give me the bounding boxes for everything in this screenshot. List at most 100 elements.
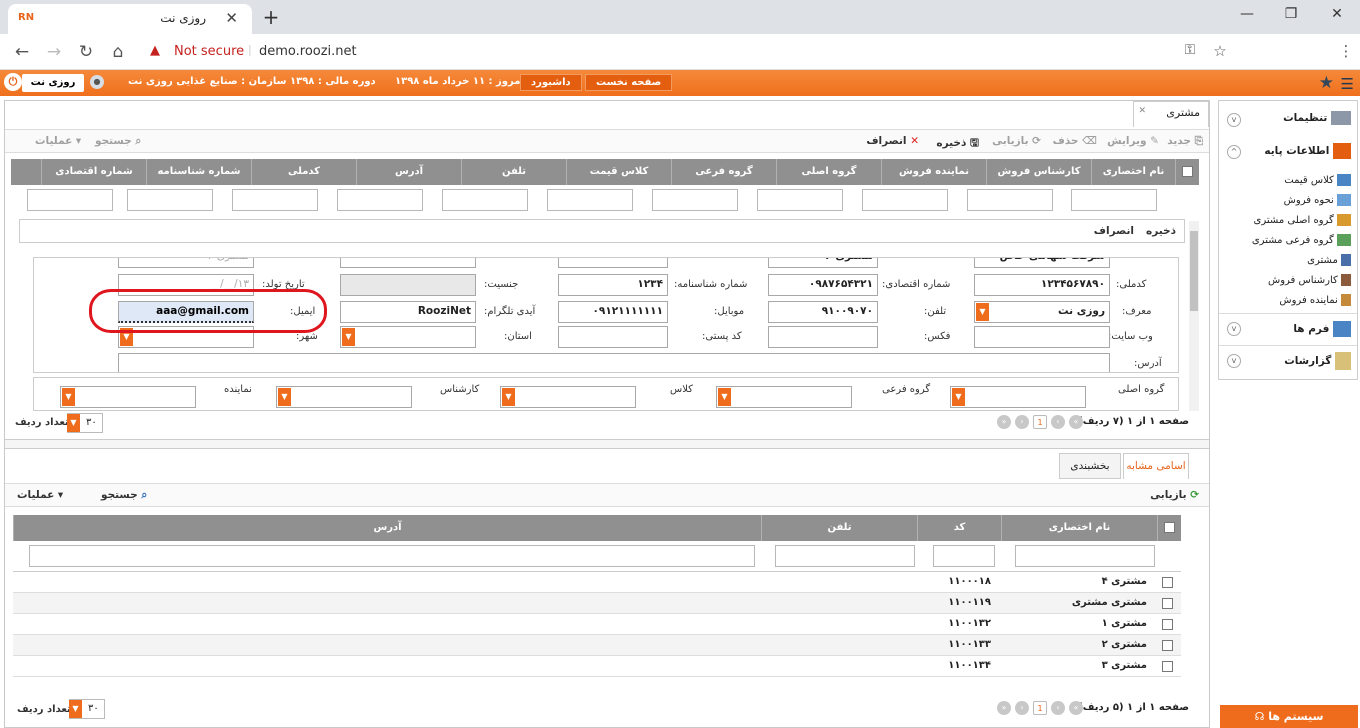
filter-input[interactable] bbox=[862, 189, 948, 211]
phone-input[interactable]: ۹۱۰۰۹۰۷۰ bbox=[768, 301, 878, 323]
sidebar-item-customer[interactable]: مشتری bbox=[1307, 254, 1351, 266]
sidebar-item-sales-expert[interactable]: کارشناس فروش bbox=[1268, 274, 1351, 286]
nid-input[interactable]: ۱۲۳۴۵۶۷۸۹۰ bbox=[974, 274, 1110, 296]
filter-input[interactable] bbox=[1015, 545, 1155, 567]
col-short-name[interactable]: نام اختصاری bbox=[1091, 159, 1175, 185]
minimize-button[interactable]: — bbox=[1232, 6, 1262, 22]
econ-input[interactable]: ۰۹۸۷۶۵۴۳۲۱ bbox=[768, 274, 878, 296]
sidebar-item-price-class[interactable]: کلاس قیمت bbox=[1284, 174, 1351, 186]
table-row[interactable]: مشتری مشتری ۱۱۰۰۱۱۹ bbox=[13, 593, 1181, 614]
state-select[interactable] bbox=[340, 326, 476, 348]
prev-page-icon[interactable]: ‹ bbox=[1051, 701, 1065, 715]
dropdown-icon[interactable]: ▼ bbox=[278, 388, 291, 406]
col-phone[interactable]: تلفن bbox=[761, 515, 917, 541]
sidebar-forms[interactable]: فرم ها bbox=[1293, 321, 1351, 337]
back-icon[interactable]: ← bbox=[10, 42, 34, 62]
col-address[interactable]: آدرس bbox=[13, 515, 761, 541]
next-page-icon[interactable]: › bbox=[1015, 415, 1029, 429]
delete-button[interactable]: ⌫ حذف bbox=[1053, 135, 1097, 147]
scroll-thumb[interactable] bbox=[1190, 231, 1198, 311]
col-main-group[interactable]: گروه اصلی bbox=[776, 159, 881, 185]
form-cancel-button[interactable]: انصراف bbox=[1094, 225, 1134, 237]
sidebar-reports[interactable]: گزارشات bbox=[1284, 352, 1351, 370]
prev-input[interactable]: مشتری ۶ bbox=[118, 258, 254, 268]
form-input[interactable] bbox=[340, 258, 476, 268]
form-input[interactable] bbox=[558, 258, 668, 268]
restore-button[interactable]: ❐ bbox=[1276, 6, 1306, 22]
select-all-cell[interactable] bbox=[1175, 159, 1199, 185]
key-icon[interactable]: ⚿ bbox=[1178, 42, 1202, 58]
first-page-icon[interactable]: « bbox=[1069, 701, 1083, 715]
filter-input[interactable] bbox=[547, 189, 633, 211]
address-input[interactable] bbox=[118, 353, 1110, 372]
bookmark-star-icon[interactable]: ☆ bbox=[1208, 42, 1232, 60]
cancel-button[interactable]: ✕ انصراف bbox=[866, 135, 919, 147]
home-icon[interactable]: ⌂ bbox=[106, 42, 130, 62]
select-all-checkbox[interactable] bbox=[1182, 166, 1193, 177]
browser-tab[interactable]: RN روزی نت ✕ bbox=[8, 4, 252, 34]
row-checkbox[interactable] bbox=[1162, 598, 1173, 609]
col-national-id[interactable]: کدملی bbox=[251, 159, 356, 185]
table-row[interactable]: مشتری ۲ ۱۱۰۰۱۳۳ bbox=[13, 635, 1181, 656]
lower-refresh-button[interactable]: ⟳ بازیابی bbox=[1150, 489, 1199, 501]
sidebar-item-sub-group[interactable]: گروه فرعی مشتری bbox=[1252, 234, 1351, 246]
col-sales-expert[interactable]: کارشناس فروش bbox=[986, 159, 1091, 185]
telegram-input[interactable]: RooziNet bbox=[340, 301, 476, 323]
splitter[interactable] bbox=[5, 439, 1209, 449]
col-id-number[interactable]: شماره شناسنامه bbox=[146, 159, 251, 185]
filter-input[interactable] bbox=[337, 189, 423, 211]
filter-input[interactable] bbox=[442, 189, 528, 211]
user-name[interactable]: روزی نت bbox=[22, 74, 84, 92]
rows-select[interactable]: ▼ ۳۰ bbox=[67, 413, 103, 433]
filter-input[interactable] bbox=[757, 189, 843, 211]
lower-ops-button[interactable]: ▾ عملیات bbox=[17, 489, 63, 501]
reload-icon[interactable]: ↻ bbox=[74, 42, 98, 62]
chevron-down-icon[interactable]: v bbox=[1227, 322, 1241, 336]
window-close-button[interactable]: ✕ bbox=[1322, 6, 1352, 22]
chevron-down-icon[interactable]: v bbox=[1227, 113, 1241, 127]
sub-group-select[interactable] bbox=[716, 386, 852, 408]
filter-input[interactable] bbox=[652, 189, 738, 211]
dropdown-icon[interactable]: ▼ bbox=[502, 388, 515, 406]
new-tab-button[interactable]: + bbox=[258, 6, 284, 30]
col-price-class[interactable]: کلاس قیمت bbox=[566, 159, 671, 185]
dropdown-icon[interactable]: ▼ bbox=[342, 328, 355, 346]
page-number[interactable]: 1 bbox=[1033, 701, 1047, 715]
hamburger-icon[interactable]: ☰ bbox=[1341, 75, 1354, 93]
rep-select[interactable] bbox=[60, 386, 196, 408]
sidebar-item-sales-rep[interactable]: نماینده فروش bbox=[1279, 294, 1351, 306]
filter-input[interactable] bbox=[1071, 189, 1157, 211]
filter-input[interactable] bbox=[127, 189, 213, 211]
next-page-icon[interactable]: › bbox=[1015, 701, 1029, 715]
idno-input[interactable]: ۱۲۳۴ bbox=[558, 274, 668, 296]
table-row[interactable]: مشتری ۴ ۱۱۰۰۰۱۸ bbox=[13, 572, 1181, 593]
fax-input[interactable] bbox=[768, 326, 878, 348]
last-page-icon[interactable]: » bbox=[997, 415, 1011, 429]
dashboard-button[interactable]: داشبورد bbox=[520, 74, 582, 91]
company-type-input[interactable]: شرکت سهامی خاص bbox=[974, 258, 1110, 268]
col-economic-no[interactable]: شماره اقتصادی bbox=[41, 159, 146, 185]
row-checkbox[interactable] bbox=[1162, 640, 1173, 651]
power-icon[interactable]: ⏻ bbox=[4, 73, 22, 91]
dropdown-icon[interactable]: ▼ bbox=[69, 700, 82, 718]
tab-close-icon[interactable]: ✕ bbox=[1138, 106, 1146, 116]
dropdown-icon[interactable]: ▼ bbox=[62, 388, 75, 406]
filter-input[interactable] bbox=[29, 545, 755, 567]
zip-input[interactable] bbox=[558, 326, 668, 348]
mobile-input[interactable]: ۰۹۱۲۱۱۱۱۱۱۱ bbox=[558, 301, 668, 323]
col-address[interactable]: آدرس bbox=[356, 159, 461, 185]
filter-input[interactable] bbox=[232, 189, 318, 211]
gender-select[interactable] bbox=[340, 274, 476, 296]
last-page-icon[interactable]: » bbox=[997, 701, 1011, 715]
row-checkbox[interactable] bbox=[1162, 661, 1173, 672]
favorites-star-icon[interactable]: ★ bbox=[1319, 73, 1334, 93]
prev-page-icon[interactable]: ‹ bbox=[1051, 415, 1065, 429]
url-field[interactable]: demo.roozi.net bbox=[259, 44, 357, 59]
short-name-input[interactable]: مشتری ۶ bbox=[768, 258, 878, 268]
tab-customer[interactable]: مشتری ✕ bbox=[1133, 101, 1209, 127]
filter-input[interactable] bbox=[967, 189, 1053, 211]
page-number[interactable]: 1 bbox=[1033, 415, 1047, 429]
new-button[interactable]: ⎘ جدید bbox=[1167, 135, 1203, 148]
systems-button[interactable]: سیستم ها ☊ bbox=[1220, 705, 1358, 728]
filter-input[interactable] bbox=[933, 545, 995, 567]
